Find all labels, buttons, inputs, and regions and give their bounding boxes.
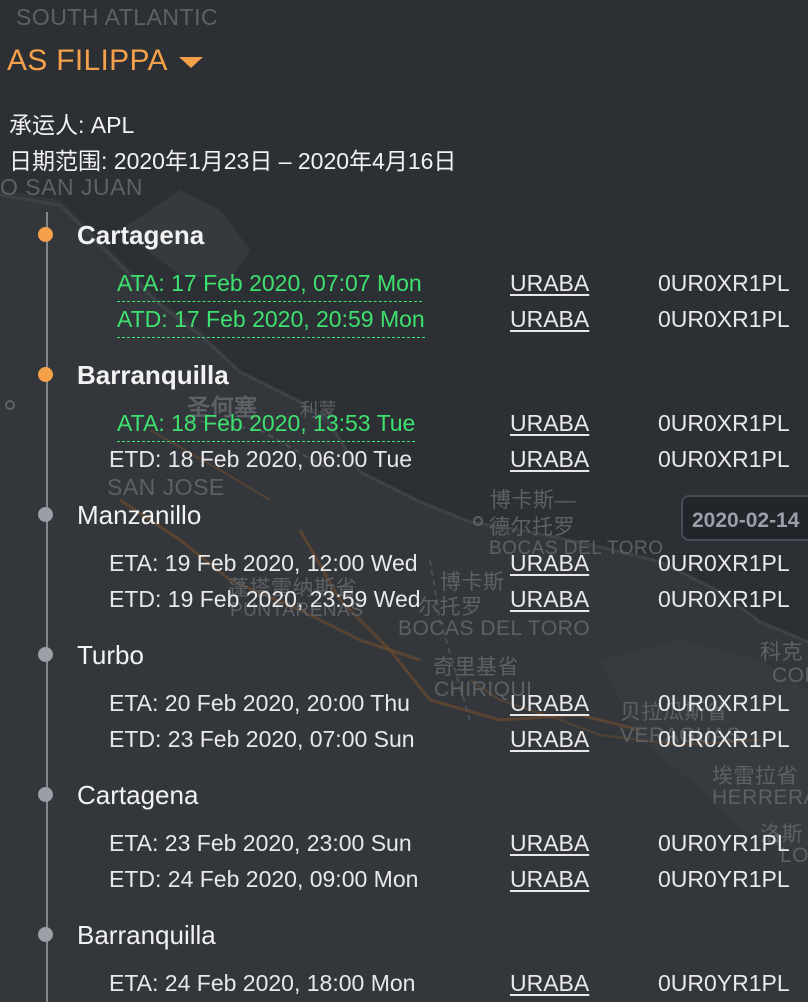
port-event-row: ETA: 19 Feb 2020, 12:00 Wed URABA 0UR0XR1P… bbox=[0, 550, 808, 580]
voyage-number: 0UR0XR1PL bbox=[658, 410, 790, 436]
port-name: Barranquilla bbox=[77, 920, 216, 950]
voyage-number: 0UR0YR1PL bbox=[658, 970, 790, 996]
voyage-number: 0UR0XR1PL bbox=[658, 446, 790, 472]
vessel-link[interactable]: URABA bbox=[510, 866, 589, 893]
vessel-link[interactable]: URABA bbox=[510, 690, 589, 717]
port-event-row: ATD: 17 Feb 2020, 20:59 Mon URABA 0UR0XR1P… bbox=[0, 306, 808, 338]
timeline-dot-icon bbox=[38, 507, 53, 522]
voyage-number: 0UR0XR1PL bbox=[658, 726, 790, 752]
port-name: Manzanillo bbox=[77, 500, 202, 530]
port-name: Turbo bbox=[77, 640, 144, 670]
estimated-time: ETA: 20 Feb 2020, 20:00 Thu bbox=[109, 690, 410, 716]
actual-time: ATA: 17 Feb 2020, 07:07 Mon bbox=[117, 270, 422, 302]
vessel-link[interactable]: URABA bbox=[510, 970, 589, 997]
timeline-dot-icon bbox=[38, 927, 53, 942]
port-event-row: ETD: 23 Feb 2020, 07:00 Sun URABA 0UR0XR1P… bbox=[0, 726, 808, 756]
estimated-time: ETD: 23 Feb 2020, 07:00 Sun bbox=[109, 726, 415, 752]
port-event-row: ETA: 23 Feb 2020, 23:00 Sun URABA 0UR0YR1P… bbox=[0, 830, 808, 860]
voyage-number: 0UR0XR1PL bbox=[658, 550, 790, 576]
vessel-schedule-panel: AS FILIPPA 承运人: APL 日期范围: 2020年1月23日 – 2… bbox=[0, 0, 808, 1002]
carrier-label: 承运人: APL bbox=[9, 112, 135, 138]
voyage-number: 0UR0YR1PL bbox=[658, 830, 790, 856]
estimated-time: ETA: 19 Feb 2020, 12:00 Wed bbox=[109, 550, 418, 576]
voyage-number: 0UR0YR1PL bbox=[658, 866, 790, 892]
port-event-row: ATA: 17 Feb 2020, 07:07 Mon URABA 0UR0XR1P… bbox=[0, 270, 808, 302]
port-event-row: ATA: 18 Feb 2020, 13:53 Tue URABA 0UR0XR1P… bbox=[0, 410, 808, 442]
actual-time: ATD: 17 Feb 2020, 20:59 Mon bbox=[117, 306, 425, 338]
estimated-time: ETA: 23 Feb 2020, 23:00 Sun bbox=[109, 830, 412, 856]
vessel-link[interactable]: URABA bbox=[510, 446, 589, 473]
vessel-link[interactable]: URABA bbox=[510, 586, 589, 613]
vessel-link[interactable]: URABA bbox=[510, 270, 589, 297]
vessel-name: AS FILIPPA bbox=[7, 44, 168, 77]
timeline-dot-icon bbox=[38, 787, 53, 802]
vessel-link[interactable]: URABA bbox=[510, 410, 589, 437]
port-name: Barranquilla bbox=[77, 360, 229, 390]
timeline-dot-icon bbox=[38, 647, 53, 662]
voyage-number: 0UR0XR1PL bbox=[658, 690, 790, 716]
port-name: Cartagena bbox=[77, 220, 205, 250]
timeline-dot-icon bbox=[38, 227, 53, 242]
port-event-row: ETD: 19 Feb 2020, 23:59 Wed URABA 0UR0XR1P… bbox=[0, 586, 808, 616]
port-event-row: ETA: 24 Feb 2020, 18:00 Mon URABA 0UR0YR1P… bbox=[0, 970, 808, 1000]
vessel-link[interactable]: URABA bbox=[510, 306, 589, 333]
vessel-selector[interactable]: AS FILIPPA bbox=[7, 44, 203, 78]
estimated-time: ETD: 18 Feb 2020, 06:00 Tue bbox=[109, 446, 413, 472]
voyage-number: 0UR0XR1PL bbox=[658, 270, 790, 296]
vessel-link[interactable]: URABA bbox=[510, 726, 589, 753]
date-range-label: 日期范围: 2020年1月23日 – 2020年4月16日 bbox=[9, 148, 457, 174]
estimated-time: ETD: 24 Feb 2020, 09:00 Mon bbox=[109, 866, 419, 892]
voyage-number: 0UR0XR1PL bbox=[658, 306, 790, 332]
actual-time: ATA: 18 Feb 2020, 13:53 Tue bbox=[117, 410, 416, 442]
port-event-row: ETD: 24 Feb 2020, 09:00 Mon URABA 0UR0YR1P… bbox=[0, 866, 808, 896]
port-name: Cartagena bbox=[77, 780, 199, 810]
estimated-time: ETA: 24 Feb 2020, 18:00 Mon bbox=[109, 970, 416, 996]
caret-down-icon bbox=[178, 56, 203, 68]
vessel-link[interactable]: URABA bbox=[510, 830, 589, 857]
estimated-time: ETD: 19 Feb 2020, 23:59 Wed bbox=[109, 586, 421, 612]
port-event-row: ETD: 18 Feb 2020, 06:00 Tue URABA 0UR0XR1P… bbox=[0, 446, 808, 476]
vessel-link[interactable]: URABA bbox=[510, 550, 589, 577]
voyage-number: 0UR0XR1PL bbox=[658, 586, 790, 612]
timeline-dot-icon bbox=[38, 367, 53, 382]
port-event-row: ETA: 20 Feb 2020, 20:00 Thu URABA 0UR0XR1P… bbox=[0, 690, 808, 720]
